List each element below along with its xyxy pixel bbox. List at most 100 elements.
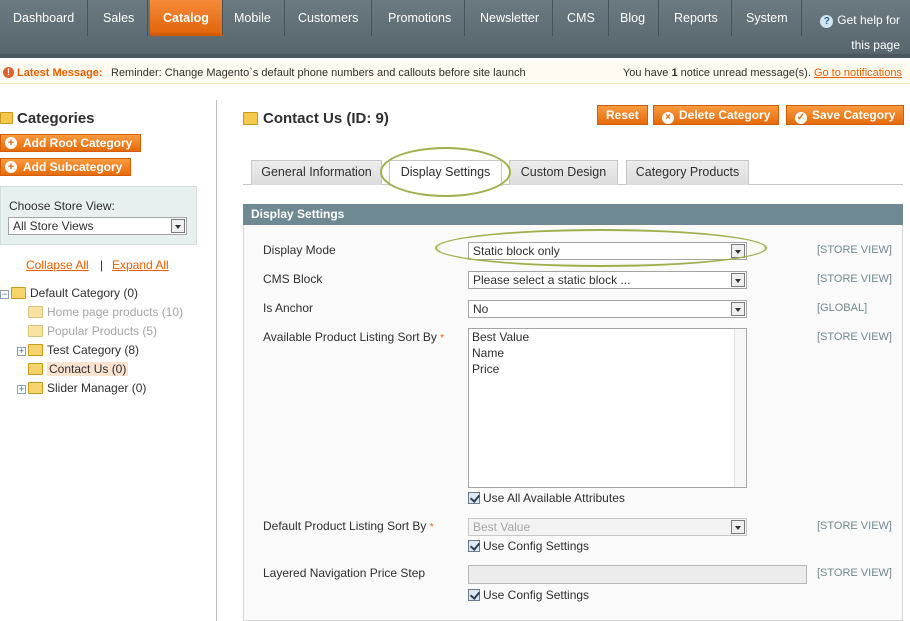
checkbox-label: Use Config Settings [483,539,590,553]
default-sort-label-text: Default Product Listing Sort By [263,519,427,533]
tab-display-settings[interactable]: Display Settings [389,160,502,186]
expand-icon[interactable]: + [17,385,26,394]
checkbox-icon[interactable] [468,540,480,552]
scrollbar[interactable] [734,329,746,487]
reset-button[interactable]: Reset [597,105,648,125]
required-mark: * [440,333,445,344]
delete-icon: × [662,112,674,124]
help-link[interactable]: ? Get help for this page [820,8,900,58]
sort-by-multiselect[interactable]: Best Value Name Price [468,328,747,488]
notifications-link[interactable]: Go to notifications [814,67,902,79]
nav-blog[interactable]: Blog [607,0,660,36]
folder-icon [243,112,258,125]
tree-label: Popular Products (5) [47,324,158,338]
notice-prefix: You have [622,67,669,79]
add-sub-label: Add Subcategory [23,160,123,174]
sort-by-label-text: Available Product Listing Sort By [263,330,437,344]
add-root-category-button[interactable]: + Add Root Category [0,134,142,152]
notice-suffix: notice unread message(s). [680,67,811,79]
is-anchor-value: No [473,302,489,316]
tree-item-popular-products[interactable]: Popular Products (5) [28,324,157,338]
store-view-select[interactable]: All Store Views [8,217,187,235]
cms-block-select[interactable]: Please select a static block ... [468,271,747,289]
default-sort-scope: [STORE VIEW] [817,520,892,532]
display-mode-scope: [STORE VIEW] [817,244,892,256]
tree-item-test-category[interactable]: + Test Category (8) [17,343,139,357]
checkbox-label: Use Config Settings [483,588,590,602]
folder-icon [28,325,43,337]
chevron-down-icon [731,302,745,316]
add-subcategory-button[interactable]: + Add Subcategory [0,158,132,176]
expand-all-link[interactable]: Expand All [112,258,169,272]
categories-heading: Categories [0,110,95,127]
message-text: Reminder: Change Magento`s default phone… [111,67,526,79]
nav-reports[interactable]: Reports [661,0,732,36]
plus-icon: + [5,161,17,173]
nav-system[interactable]: System [733,0,802,36]
price-step-scope: [STORE VIEW] [817,567,892,579]
message-bar: ! Latest Message: Reminder: Change Magen… [0,62,910,84]
sort-option[interactable]: Name [469,345,746,361]
sort-option[interactable]: Best Value [469,329,746,345]
store-view-box: Choose Store View: All Store Views [0,186,197,245]
price-step-config-checkbox[interactable]: Use Config Settings [468,588,589,602]
collapse-icon[interactable]: − [0,290,9,299]
plus-icon: + [5,137,17,149]
tree-item-slider-manager[interactable]: + Slider Manager (0) [17,381,146,395]
nav-catalog[interactable]: Catalog [150,0,223,36]
default-sort-config-checkbox[interactable]: Use Config Settings [468,539,589,553]
use-all-attributes-checkbox[interactable]: Use All Available Attributes [468,491,625,505]
help-text-2: this page [851,38,900,52]
folder-icon [28,344,43,356]
tree-label: Slider Manager (0) [47,381,147,395]
folder-icon [0,112,13,124]
folder-icon [11,287,26,299]
nav-sales[interactable]: Sales [90,0,149,36]
link-separator: | [100,258,104,272]
nav-dashboard[interactable]: Dashboard [0,0,89,36]
default-sort-label: Default Product Listing Sort By * [263,519,434,533]
sidebar-divider [216,100,217,621]
nav-cms[interactable]: CMS [554,0,609,36]
section-header: Display Settings [243,204,903,225]
sort-by-label: Available Product Listing Sort By * [263,330,444,344]
price-step-input[interactable] [468,565,807,584]
tree-item-home-page-products[interactable]: Home page products (10) [28,305,183,319]
nav-newsletter[interactable]: Newsletter [467,0,554,36]
folder-icon [28,363,43,375]
tab-custom-design[interactable]: Custom Design [509,160,618,185]
default-sort-select[interactable]: Best Value [468,518,747,536]
nav-mobile[interactable]: Mobile [221,0,285,36]
store-view-value: All Store Views [13,219,94,233]
folder-icon [28,306,43,318]
nav-customers[interactable]: Customers [285,0,373,36]
collapse-all-link[interactable]: Collapse All [26,258,89,272]
expand-icon[interactable]: + [17,347,26,356]
is-anchor-label: Is Anchor [263,301,314,315]
tree-item-contact-us[interactable]: Contact Us (0) [28,362,129,376]
page-title-text: Contact Us (ID: 9) [263,110,389,127]
display-mode-select[interactable]: Static block only [468,242,747,260]
price-step-label: Layered Navigation Price Step [263,566,426,580]
tree-item-default-category[interactable]: − Default Category (0) [0,286,138,300]
tab-category-products[interactable]: Category Products [626,160,749,185]
nav-promotions[interactable]: Promotions [375,0,466,36]
notice-count: 1 [671,67,678,79]
required-mark: * [429,522,434,533]
sort-option[interactable]: Price [469,361,746,377]
store-view-label: Choose Store View: [9,199,115,213]
sort-by-scope: [STORE VIEW] [817,331,892,343]
categories-title: Categories [17,110,95,127]
delete-category-button[interactable]: × Delete Category [653,105,780,125]
tab-bar: General Information Display Settings Cus… [243,160,903,186]
checkbox-icon[interactable] [468,589,480,601]
tab-general-information[interactable]: General Information [251,160,382,185]
is-anchor-select[interactable]: No [468,300,747,318]
checkbox-icon[interactable] [468,492,480,504]
top-navigation: Dashboard Sales Catalog Mobile Customers… [0,0,910,58]
add-root-label: Add Root Category [23,136,133,150]
cms-block-scope: [STORE VIEW] [817,273,892,285]
save-category-button[interactable]: ✓ Save Category [786,105,905,125]
display-mode-value: Static block only [473,244,560,258]
help-icon: ? [820,15,834,28]
